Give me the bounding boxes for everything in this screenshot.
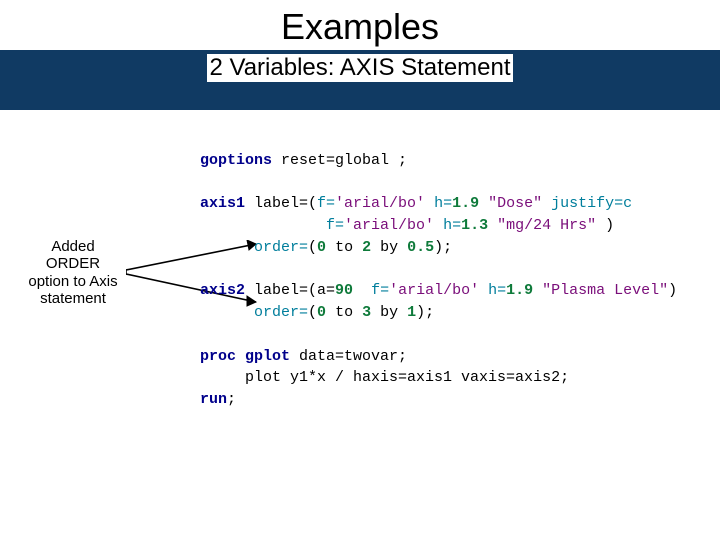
- code-text: label=(a=: [245, 282, 335, 299]
- code-string: "Dose": [479, 195, 542, 212]
- code-string: "mg/24 Hrs": [488, 217, 596, 234]
- code-keyword: proc gplot: [200, 348, 290, 365]
- code-number: 2: [362, 239, 371, 256]
- code-option: h=: [425, 195, 452, 212]
- annotation-line: option to Axis: [28, 273, 117, 290]
- code-number: 1.9: [506, 282, 533, 299]
- code-text: [200, 369, 245, 386]
- code-text: [200, 217, 326, 234]
- code-text: plot y1*x / haxis=axis1 vaxis=axis2;: [245, 369, 569, 386]
- code-number: 1.9: [452, 195, 479, 212]
- code-number: 3: [362, 304, 371, 321]
- code-option: h=: [434, 217, 461, 234]
- code-number: 0: [317, 239, 326, 256]
- code-text: );: [416, 304, 434, 321]
- code-text: );: [434, 239, 452, 256]
- subtitle-band: 2 Variables: AXIS Statement: [0, 50, 720, 110]
- code-option: justify=c: [542, 195, 632, 212]
- code-string: "Plasma Level": [533, 282, 668, 299]
- code-text: (: [308, 239, 317, 256]
- code-text: reset=global ;: [272, 152, 407, 169]
- code-string: 'arial/bo': [335, 195, 425, 212]
- code-text: label=(: [245, 195, 317, 212]
- code-keyword: axis1: [200, 195, 245, 212]
- code-option: f=: [317, 195, 335, 212]
- code-text: [353, 282, 371, 299]
- page-subtitle: 2 Variables: AXIS Statement: [207, 54, 512, 82]
- code-number: 90: [335, 282, 353, 299]
- code-text: to: [326, 239, 362, 256]
- code-option: order=: [254, 239, 308, 256]
- code-keyword: goptions: [200, 152, 272, 169]
- code-text: [200, 304, 254, 321]
- code-keyword: axis2: [200, 282, 245, 299]
- annotation-line: ORDER: [46, 255, 100, 272]
- code-number: 1: [407, 304, 416, 321]
- annotation-line: statement: [40, 290, 106, 307]
- code-string: 'arial/bo': [344, 217, 434, 234]
- code-text: ): [668, 282, 677, 299]
- code-text: by: [371, 304, 407, 321]
- annotation-line: Added: [51, 238, 94, 255]
- code-number: 0: [317, 304, 326, 321]
- code-text: to: [326, 304, 362, 321]
- code-text: ;: [227, 391, 236, 408]
- code-number: 0.5: [407, 239, 434, 256]
- code-keyword: run: [200, 391, 227, 408]
- title-area: Examples: [0, 0, 720, 48]
- code-block: goptions reset=global ; axis1 label=(f='…: [200, 128, 677, 411]
- code-string: 'arial/bo': [389, 282, 479, 299]
- code-text: by: [371, 239, 407, 256]
- slide-body: Added ORDER option to Axis statement gop…: [0, 110, 720, 130]
- code-number: 1.3: [461, 217, 488, 234]
- code-option: f=: [326, 217, 344, 234]
- code-text: data=twovar;: [290, 348, 407, 365]
- code-text: [200, 239, 254, 256]
- annotation-callout: Added ORDER option to Axis statement: [18, 238, 128, 307]
- code-option: f=: [371, 282, 389, 299]
- code-text: (: [308, 304, 317, 321]
- code-option: order=: [254, 304, 308, 321]
- code-text: ): [596, 217, 614, 234]
- code-option: h=: [479, 282, 506, 299]
- page-title: Examples: [0, 6, 720, 48]
